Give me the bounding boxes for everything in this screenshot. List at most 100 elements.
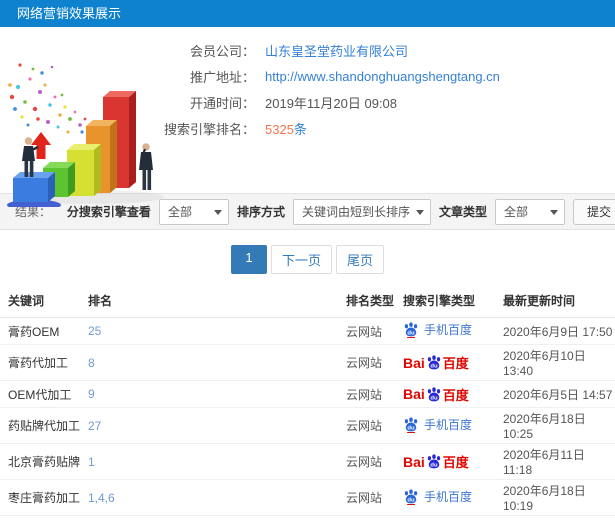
open-time-value: 2019年11月20日 09:08 [265,95,398,111]
engine-type-cell: Bai du 百度 [403,385,469,404]
rank-link[interactable]: 8 [88,356,95,370]
update-time-cell: 2020年6月9日 17:50 [503,324,613,339]
baidu-paw-icon: du [404,416,418,433]
header-rank-type: 排名类型 [346,286,403,318]
rank-type-cell: 云网站 [346,419,383,433]
info-section: 会员公司： 山东皇圣堂药业有限公司 推广地址： http://www.shand… [0,27,615,207]
keyword-cell: 北京膏药贴牌 [8,455,81,469]
promo-url-link[interactable]: http://www.shandonghuangshengtang.cn [265,69,500,84]
results-table: 关键词 排名 排名类型 搜索引擎类型 最新更新时间 膏药OEM 25 云网站 d… [0,286,615,520]
field-open-time: 开通时间： 2019年11月20日 09:08 [160,89,615,115]
mobile-baidu-badge: du 手机百度 [403,321,472,338]
company-info-fields: 会员公司： 山东皇圣堂药业有限公司 推广地址： http://www.shand… [160,27,615,141]
table-row: 医疗器械厂家 4 云网站 Baidu百度 2020年5月29日 10:32 [0,515,615,520]
baidu-paw-icon: du [427,355,441,370]
keyword-cell: 药贴牌代加工 [8,419,81,433]
keyword-cell: OEM代加工 [8,387,72,402]
rank-link[interactable]: 1 [88,455,95,469]
table-header-row: 关键词 排名 排名类型 搜索引擎类型 最新更新时间 [0,286,615,318]
table-row: 药贴牌代加工 27 云网站 du 手机百度 2020年6月18日 10:25 [0,407,615,444]
article-type-label: 文章类型 [438,205,487,219]
keyword-cell: 膏药OEM [8,324,60,339]
rank-type-cell: 云网站 [346,356,383,370]
rank-link[interactable]: 25 [88,324,101,338]
baidu-logo-bai: Bai [403,453,425,470]
table-row: OEM代加工 9 云网站 Bai du 百度 2020年6月5日 14:57 [0,380,615,408]
rank-type-cell: 云网站 [346,491,383,505]
rank-link[interactable]: 9 [88,387,95,401]
last-page-button[interactable]: 尾页 [336,245,385,274]
svg-text:du: du [407,425,415,431]
keyword-cell: 枣庄膏药加工 [8,491,81,505]
update-time-cell: 2020年6月10日 13:40 [503,349,586,378]
mobile-baidu-label: 手机百度 [424,489,473,504]
engine-select-value: 全部 [167,204,192,219]
update-time-cell: 2020年6月18日 10:25 [503,412,586,441]
rank-type-cell: 云网站 [346,324,383,339]
bar-blue [13,172,55,202]
baidu-logo-bai: Bai [403,386,425,402]
chevron-down-icon [549,209,558,215]
ranking-count-value[interactable]: 5325条 [265,119,307,138]
table-row: 北京膏药贴牌 1 云网站 Bai du 百度 2020年6月11日 11:18 [0,443,615,480]
baidu-paw-icon: du [404,488,418,505]
marketing-results-page: 网络营销效果展示 会员公司： 山东皇圣堂药业有限公司 推广地址： http://… [0,0,615,520]
engine-type-cell: du 手机百度 [403,488,472,508]
next-page-button[interactable]: 下一页 [270,245,332,274]
ranking-count-suffix: 条 [293,121,307,137]
businessman-right [139,143,153,190]
engine-type-cell: du 手机百度 [403,322,472,341]
table-body: 膏药OEM 25 云网站 du 手机百度 2020年6月9日 17:50 膏药代加… [0,317,615,520]
baidu-logo: Bai du 百度 [403,385,469,404]
page-button-current[interactable]: 1 [230,245,267,274]
page-title-bar: 网络营销效果展示 [0,0,615,27]
sort-select-value: 关键词由短到长排序 [301,204,410,219]
engine-type-cell: Bai du 百度 [403,454,469,471]
field-ranking-count: 搜索引擎排名： 5325条 [160,115,615,141]
mobile-baidu-label: 手机百度 [424,323,473,337]
engine-select[interactable]: 全部 [158,198,229,225]
mobile-baidu-badge: du 手机百度 [403,416,472,433]
header-keyword: 关键词 [0,286,80,318]
rank-type-cell: 云网站 [346,387,383,402]
sort-select[interactable]: 关键词由短到长排序 [292,198,431,225]
keyword-cell: 膏药代加工 [8,356,69,370]
engine-type-cell: Bai du 百度 [403,355,469,372]
sort-filter-label: 排序方式 [236,205,285,219]
baidu-logo-chinese: 百度 [442,387,469,403]
rank-link[interactable]: 27 [88,419,101,433]
member-company-link[interactable]: 山东皇圣堂药业有限公司 [265,44,408,59]
header-engine-type: 搜索引擎类型 [403,286,503,318]
rank-type-cell: 云网站 [346,455,383,469]
marketing-bar-chart-illustration [7,63,164,207]
submit-button[interactable]: 提交 [572,198,615,225]
baidu-logo-bai: Bai [403,354,425,371]
field-member-company: 会员公司： 山东皇圣堂药业有限公司 [160,37,615,63]
svg-text:du: du [430,463,438,469]
field-promo-url: 推广地址： http://www.shandonghuangshengtang.… [160,63,615,89]
svg-text:du: du [407,331,415,337]
ranking-count-number: 5325 [265,121,294,137]
article-type-select[interactable]: 全部 [494,198,565,225]
page-title: 网络营销效果展示 [17,6,122,21]
baidu-logo: Bai du 百度 [403,452,469,471]
confetti-dots [8,63,90,134]
update-time-cell: 2020年6月11日 11:18 [503,448,585,477]
mobile-baidu-label: 手机百度 [424,417,473,432]
baidu-logo: Bai du 百度 [403,353,469,372]
baidu-paw-icon: du [404,322,418,338]
chevron-down-icon [415,209,424,215]
svg-text:du: du [430,395,438,401]
header-rank: 排名 [80,286,346,318]
engine-type-cell: du 手机百度 [403,416,472,436]
article-type-select-value: 全部 [503,204,528,219]
chevron-down-icon [213,209,222,215]
baidu-paw-icon: du [427,454,441,469]
baidu-paw-icon: du [427,386,441,401]
table-row: 膏药OEM 25 云网站 du 手机百度 2020年6月9日 17:50 [0,317,615,345]
rank-link[interactable]: 1,4,6 [88,491,115,505]
svg-text:du: du [430,364,438,370]
update-time-cell: 2020年6月18日 10:19 [503,484,586,513]
pagination: 1 下一页 尾页 [0,245,615,274]
table-row: 枣庄膏药加工 1,4,6 云网站 du 手机百度 2020年6月18日 10:19 [0,479,615,516]
